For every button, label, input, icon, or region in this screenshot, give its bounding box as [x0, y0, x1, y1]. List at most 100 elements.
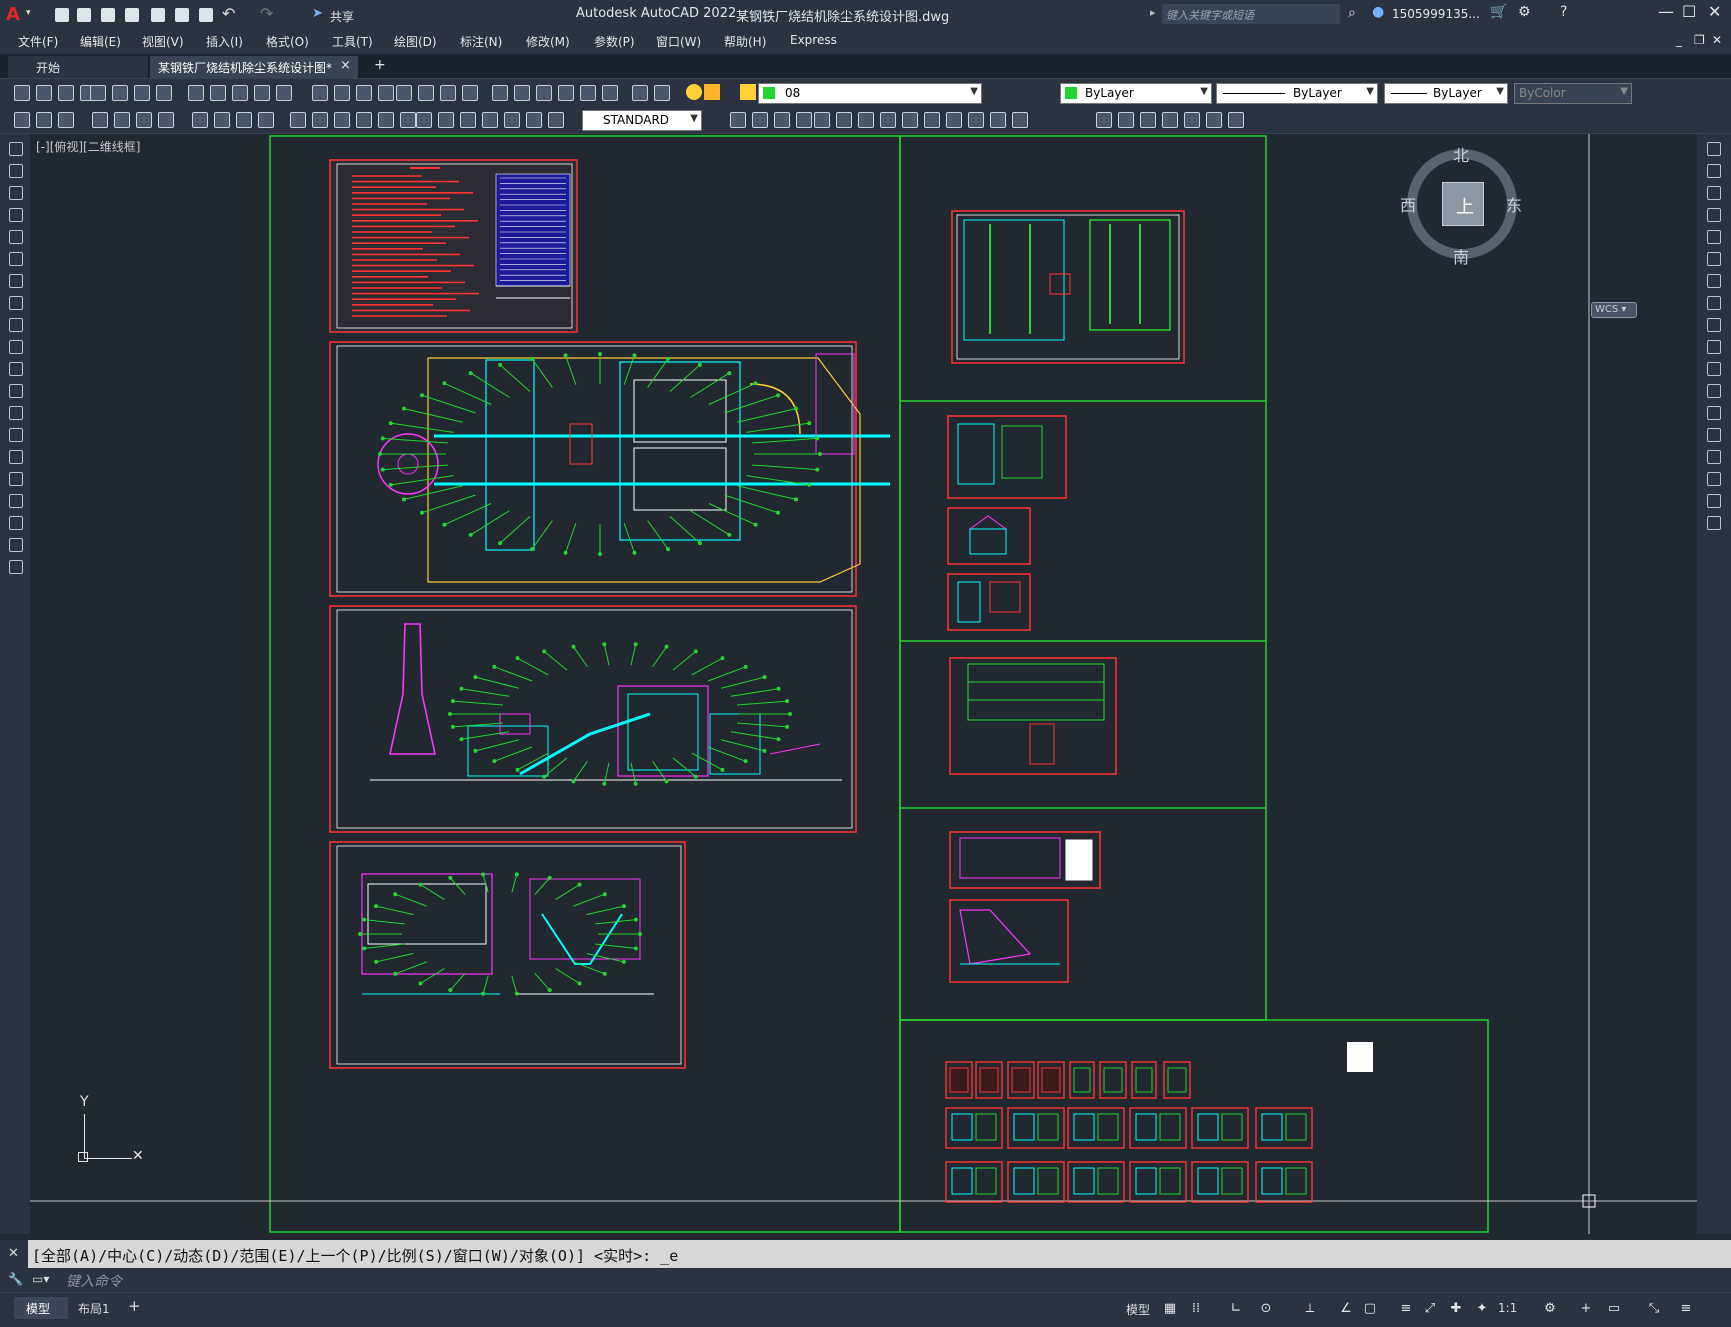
open-icon[interactable] — [74, 5, 94, 25]
draw-tool-4-icon[interactable] — [7, 206, 25, 224]
properties-tool-5-icon[interactable] — [578, 83, 598, 103]
annotation-scale[interactable]: 1:1 — [1498, 1301, 1517, 1315]
plotstyle-select[interactable]: ByColor ▼ — [1514, 83, 1632, 104]
history-tool-2-icon[interactable] — [332, 83, 352, 103]
modify-tool-10-icon[interactable] — [1705, 338, 1723, 356]
modify-tool-15-icon[interactable] — [1705, 448, 1723, 466]
draw-tool-12-icon[interactable] — [7, 382, 25, 400]
tab-model[interactable]: 模型 — [14, 1297, 68, 1319]
draw-tool-10-icon[interactable] — [7, 338, 25, 356]
search-expand-icon[interactable]: ▸ — [1150, 6, 1156, 19]
status-toggle-11-icon[interactable]: ✦ — [1472, 1301, 1492, 1319]
status-toggle-3-icon[interactable]: ∟ — [1226, 1301, 1246, 1319]
modify-tool-8-icon[interactable] — [1705, 294, 1723, 312]
modify-tool-13-icon[interactable] — [1705, 404, 1723, 422]
menu-express[interactable]: Express — [790, 33, 837, 47]
customize-icon[interactable]: 🔧 — [8, 1272, 23, 1286]
align-tool-2-icon[interactable] — [1116, 110, 1136, 130]
compass-south[interactable]: 南 — [1453, 244, 1469, 268]
close-window-button[interactable]: ✕ — [1708, 2, 1721, 21]
dimension-angular-1-icon[interactable] — [190, 110, 210, 130]
clipboard-tool-1-icon[interactable] — [186, 83, 206, 103]
modify-tool-16-icon[interactable] — [1705, 470, 1723, 488]
properties-tool-1-icon[interactable] — [490, 83, 510, 103]
viewcube[interactable]: 上 北 南 东 西 — [1400, 142, 1522, 267]
dimension-baseline-3-icon[interactable] — [332, 110, 352, 130]
clipboard-tool-2-icon[interactable] — [208, 83, 228, 103]
maximize-button[interactable]: ☐ — [1682, 2, 1696, 21]
status-toggle-10-icon[interactable]: ✚ — [1446, 1301, 1466, 1319]
visual-style-2-icon[interactable] — [750, 110, 770, 130]
modify-tool-4-icon[interactable] — [1705, 206, 1723, 224]
dimension-angular-2-icon[interactable] — [212, 110, 232, 130]
draw-tool-19-icon[interactable] — [7, 536, 25, 554]
status-toggle-7-icon[interactable]: ▢ — [1360, 1301, 1380, 1319]
color-select[interactable]: ByLayer ▼ — [1060, 83, 1212, 104]
lineweight-select[interactable]: ByLayer ▼ — [1384, 83, 1508, 104]
autodesk-app-icon[interactable]: ⚙ — [1518, 4, 1531, 20]
undo-icon[interactable]: ↶ — [222, 4, 235, 23]
zoom-tool-3-icon[interactable] — [438, 83, 458, 103]
add-layout-icon[interactable]: + — [128, 1297, 141, 1315]
minimize-button[interactable]: — — [1658, 2, 1674, 21]
tab-active-drawing[interactable]: 某钢铁厂烧结机除尘系统设计图* — [150, 56, 358, 78]
text-style-select[interactable]: STANDARD ▼ — [582, 110, 702, 131]
menu-tools[interactable]: 工具(T) — [332, 33, 373, 50]
dimension-baseline-5-icon[interactable] — [376, 110, 396, 130]
file-tool-2-icon[interactable] — [34, 83, 54, 103]
layer-select[interactable]: 08 ▼ — [758, 83, 982, 104]
file-tool-3-icon[interactable] — [56, 83, 76, 103]
zoom-tool-4-icon[interactable] — [460, 83, 480, 103]
status-toggle-6-icon[interactable]: ∠ — [1336, 1301, 1356, 1319]
user-name[interactable]: 1505999135... — [1392, 7, 1480, 21]
modify-tool-4-icon[interactable] — [878, 110, 898, 130]
draw-tool-2-icon[interactable] — [7, 162, 25, 180]
draw-tool-16-icon[interactable] — [7, 470, 25, 488]
menu-draw[interactable]: 绘图(D) — [394, 33, 437, 50]
draw-tool-11-icon[interactable] — [7, 360, 25, 378]
align-tool-4-icon[interactable] — [1160, 110, 1180, 130]
help-tool-1-icon[interactable] — [630, 83, 650, 103]
modify-tool-18-icon[interactable] — [1705, 514, 1723, 532]
status-toggle-1-icon[interactable]: ▦ — [1160, 1301, 1180, 1319]
status-toggle-13-icon[interactable]: + — [1576, 1301, 1596, 1319]
dimension-baseline-1-icon[interactable] — [288, 110, 308, 130]
status-toggle-8-icon[interactable]: ≡ — [1396, 1301, 1416, 1319]
dimension-baseline-2-icon[interactable] — [310, 110, 330, 130]
save-web-icon[interactable] — [172, 5, 192, 25]
dimension-angular-3-icon[interactable] — [234, 110, 254, 130]
draw-tool-7-icon[interactable] — [7, 272, 25, 290]
wcs-menu[interactable]: WCS ▾ — [1591, 302, 1637, 318]
modify-tool-11-icon[interactable] — [1705, 360, 1723, 378]
help-tool-2-icon[interactable] — [652, 83, 672, 103]
menu-edit[interactable]: 编辑(E) — [80, 33, 121, 50]
search-icon[interactable]: ⌕ — [1348, 5, 1356, 21]
status-toggle-15-icon[interactable]: ⤡ — [1644, 1301, 1664, 1319]
status-toggle-5-icon[interactable]: ⟂ — [1300, 1301, 1320, 1319]
new-icon[interactable] — [52, 5, 72, 25]
menu-dimension[interactable]: 标注(N) — [460, 33, 502, 50]
search-input[interactable]: 键入关键字或短语 — [1162, 4, 1340, 24]
tab-start[interactable]: 开始 — [8, 56, 148, 78]
draw-tool-15-icon[interactable] — [7, 448, 25, 466]
menu-parametric[interactable]: 参数(P) — [594, 33, 635, 50]
visual-style-4-icon[interactable] — [794, 110, 814, 130]
command-input[interactable]: 键入命令 — [66, 1271, 122, 1291]
modify-tool-7-icon[interactable] — [1705, 272, 1723, 290]
drawing-canvas[interactable]: [-][俯视][二维线框] 上 北 南 东 西 WCS ▾ Y ✕ — [30, 134, 1697, 1234]
save-as-icon[interactable] — [122, 5, 142, 25]
linetype-select[interactable]: ByLayer ▼ — [1216, 83, 1378, 104]
compass-north[interactable]: 北 — [1453, 142, 1469, 166]
modify-tool-6-icon[interactable] — [922, 110, 942, 130]
menu-window[interactable]: 窗口(W) — [656, 33, 701, 50]
draw-tool-1-icon[interactable] — [7, 140, 25, 158]
tolerance-tool-5-icon[interactable] — [502, 110, 522, 130]
layer-on-icon[interactable] — [686, 84, 702, 100]
file-tool-1-icon[interactable] — [12, 83, 32, 103]
clipboard-tool-3-icon[interactable] — [230, 83, 250, 103]
insert-tool-3-icon[interactable] — [56, 110, 76, 130]
align-tool-3-icon[interactable] — [1138, 110, 1158, 130]
properties-tool-3-icon[interactable] — [534, 83, 554, 103]
modify-tool-17-icon[interactable] — [1705, 492, 1723, 510]
new-tab-icon[interactable]: + — [374, 57, 386, 73]
